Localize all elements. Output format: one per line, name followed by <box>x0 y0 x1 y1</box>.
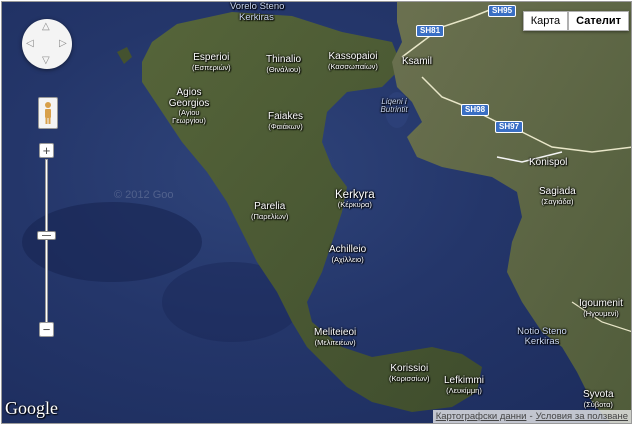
map-canvas[interactable]: © 2012 Goo SH95 SH81 SH98 SH97 Vorelo St… <box>1 1 632 424</box>
pan-control[interactable]: △ ▽ ◁ ▷ <box>22 19 72 69</box>
place-label: Konispol <box>529 157 568 168</box>
google-logo[interactable]: Google <box>5 398 58 419</box>
pan-up-icon[interactable]: △ <box>42 22 50 32</box>
place-label: Lefkimmi (Λευκίμμη) <box>444 375 485 395</box>
place-label: Meliteieoi (Μελιτειέων) <box>314 327 357 347</box>
pan-right-icon[interactable]: ▷ <box>59 39 67 49</box>
place-label: Thinalio (Θινάλιου) <box>266 54 302 74</box>
road-shield-sh98: SH98 <box>461 104 490 116</box>
place-label: Vorelo Steno <box>230 1 285 12</box>
place-label: Sagiada (Σαγιάδα) <box>539 186 576 206</box>
road-shield-sh81: SH81 <box>416 25 445 37</box>
map-type-satellite-button[interactable]: Сателит <box>568 11 629 31</box>
place-label: Parelia (Παρελίων) <box>251 201 289 221</box>
map-footer: Картографски данни - Условия за ползване <box>432 410 631 423</box>
place-label: Liqeni i Butrintit <box>380 97 408 115</box>
place-label: Kassopaioi (Κασσωπαίων) <box>328 51 378 71</box>
zoom-in-button[interactable]: + <box>39 143 54 158</box>
place-label: Esperioi (Εσπεριών) <box>192 52 231 72</box>
satellite-imagery <box>22 2 631 423</box>
place-label: Syvota (Σύβοτα) <box>583 389 614 409</box>
road-shield-sh95: SH95 <box>488 5 517 17</box>
place-label: Kerkiras <box>239 12 274 23</box>
place-label: Igoumenit (Ηγουμενί) <box>579 298 623 318</box>
pan-left-icon[interactable]: ◁ <box>26 39 34 49</box>
road-shield-sh97: SH97 <box>495 121 524 133</box>
map-data-link[interactable]: Картографски данни <box>436 411 527 422</box>
place-label: Achilleio (Αχίλλειο) <box>329 244 367 264</box>
zoom-slider-thumb[interactable] <box>37 231 56 240</box>
map-type-control: Карта Сателит <box>522 11 629 31</box>
place-label: Agios Georgios (Αγίου Γεωργίου) <box>168 87 210 125</box>
place-label: Kerkyra (Κέρκυρα) <box>335 189 375 210</box>
map-type-map-button[interactable]: Карта <box>522 11 569 31</box>
street-view-pegman[interactable] <box>38 97 58 129</box>
footer-separator: - <box>529 411 533 422</box>
pan-down-icon[interactable]: ▽ <box>42 56 50 66</box>
watermark-text: © 2012 Goo <box>114 189 174 201</box>
pegman-icon <box>45 102 51 124</box>
place-label: Ksamil <box>402 56 433 67</box>
zoom-out-button[interactable]: − <box>39 322 54 337</box>
place-label: Notio Steno Kerkiras <box>517 326 567 347</box>
place-label: Faiakes (Φαιάκων) <box>268 111 304 131</box>
terms-link[interactable]: Условия за ползване <box>536 411 628 422</box>
place-label: Korissioi (Κορισσίων) <box>389 363 430 383</box>
zoom-slider-track[interactable] <box>45 159 48 323</box>
